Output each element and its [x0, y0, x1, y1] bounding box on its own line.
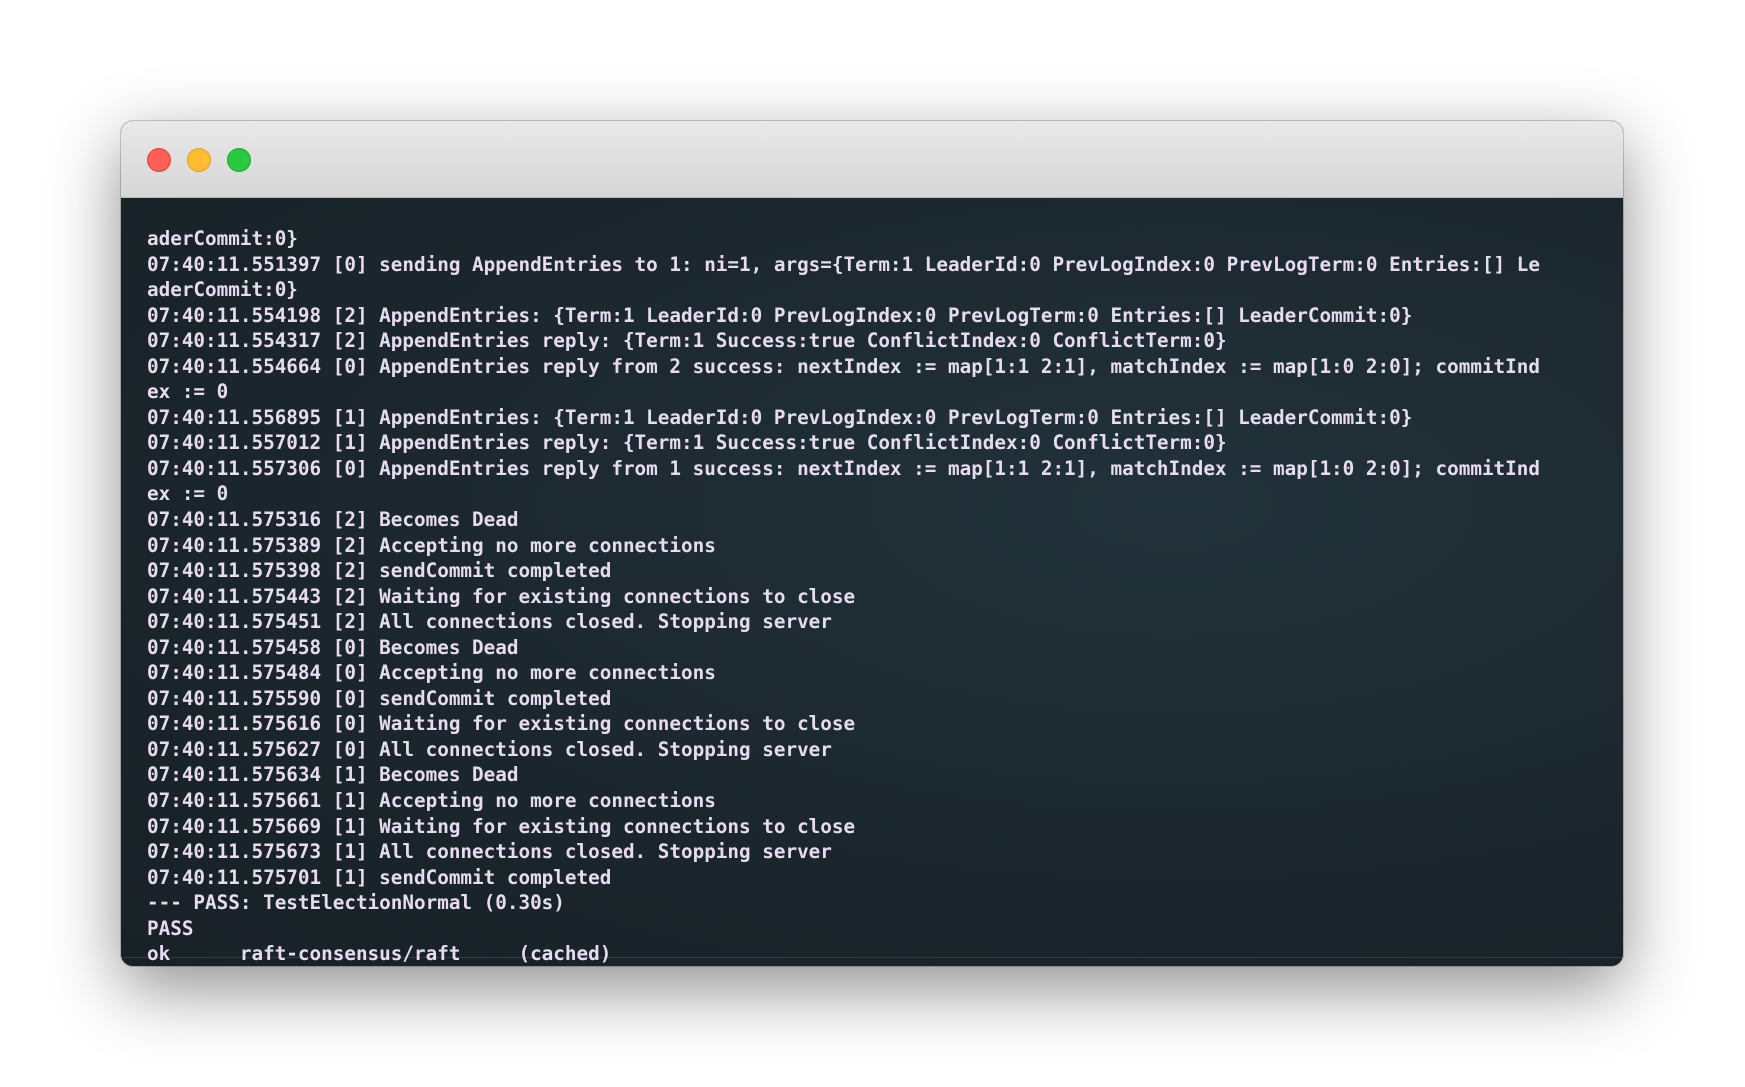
close-icon[interactable]	[147, 148, 171, 172]
output-line: 07:40:11.575316 [2] Becomes Dead	[147, 508, 519, 532]
output-line: ok raft-consensus/raft (cached)	[147, 942, 612, 966]
output-line: 07:40:11.575661 [1] Accepting no more co…	[147, 789, 716, 813]
output-line: 07:40:11.575458 [0] Becomes Dead	[147, 635, 519, 659]
output-line: 07:40:11.575590 [0] sendCommit completed	[147, 686, 612, 710]
output-line: 07:40:11.557012 [1] AppendEntries reply:…	[147, 431, 1227, 455]
maximize-icon[interactable]	[227, 148, 251, 172]
output-line: 07:40:11.575616 [0] Waiting for existing…	[147, 712, 856, 736]
output-line: ex := 0	[147, 482, 229, 506]
output-line: 07:40:11.575669 [1] Waiting for existing…	[147, 814, 856, 838]
output-line: 07:40:11.575484 [0] Accepting no more co…	[147, 661, 716, 685]
output-line: 07:40:11.575443 [2] Waiting for existing…	[147, 584, 856, 608]
output-line: aderCommit:0}	[147, 278, 298, 302]
title-bar[interactable]	[121, 121, 1623, 198]
output-line: 07:40:11.554317 [2] AppendEntries reply:…	[147, 329, 1227, 353]
output-line: 07:40:11.556895 [1] AppendEntries: {Term…	[147, 405, 1413, 429]
terminal-window: aderCommit:0} 07:40:11.551397 [0] sending…	[121, 121, 1623, 966]
terminal-output-area[interactable]: aderCommit:0} 07:40:11.551397 [0] sending…	[121, 198, 1623, 966]
output-line: PASS	[147, 916, 194, 940]
output-line: 07:40:11.575701 [1] sendCommit completed	[147, 865, 612, 889]
bottom-divider	[121, 957, 1623, 958]
output-line: 07:40:11.575451 [2] All connections clos…	[147, 610, 832, 634]
output-line: 07:40:11.554198 [2] AppendEntries: {Term…	[147, 303, 1413, 327]
output-line: --- PASS: TestElectionNormal (0.30s)	[147, 891, 565, 915]
output-line: 07:40:11.554664 [0] AppendEntries reply …	[147, 354, 1540, 378]
output-line: 07:40:11.557306 [0] AppendEntries reply …	[147, 456, 1540, 480]
output-line: aderCommit:0}	[147, 227, 298, 250]
output-line: ex := 0	[147, 380, 229, 404]
output-line: 07:40:11.575673 [1] All connections clos…	[147, 840, 832, 864]
output-line: 07:40:11.575634 [1] Becomes Dead	[147, 763, 519, 787]
output-line: 07:40:11.575398 [2] sendCommit completed	[147, 559, 612, 583]
output-line: 07:40:11.575389 [2] Accepting no more co…	[147, 533, 716, 557]
minimize-icon[interactable]	[187, 148, 211, 172]
output-line: 07:40:11.575627 [0] All connections clos…	[147, 737, 832, 761]
output-line: 07:40:11.551397 [0] sending AppendEntrie…	[147, 252, 1540, 276]
terminal-output: aderCommit:0} 07:40:11.551397 [0] sending…	[147, 226, 1597, 966]
